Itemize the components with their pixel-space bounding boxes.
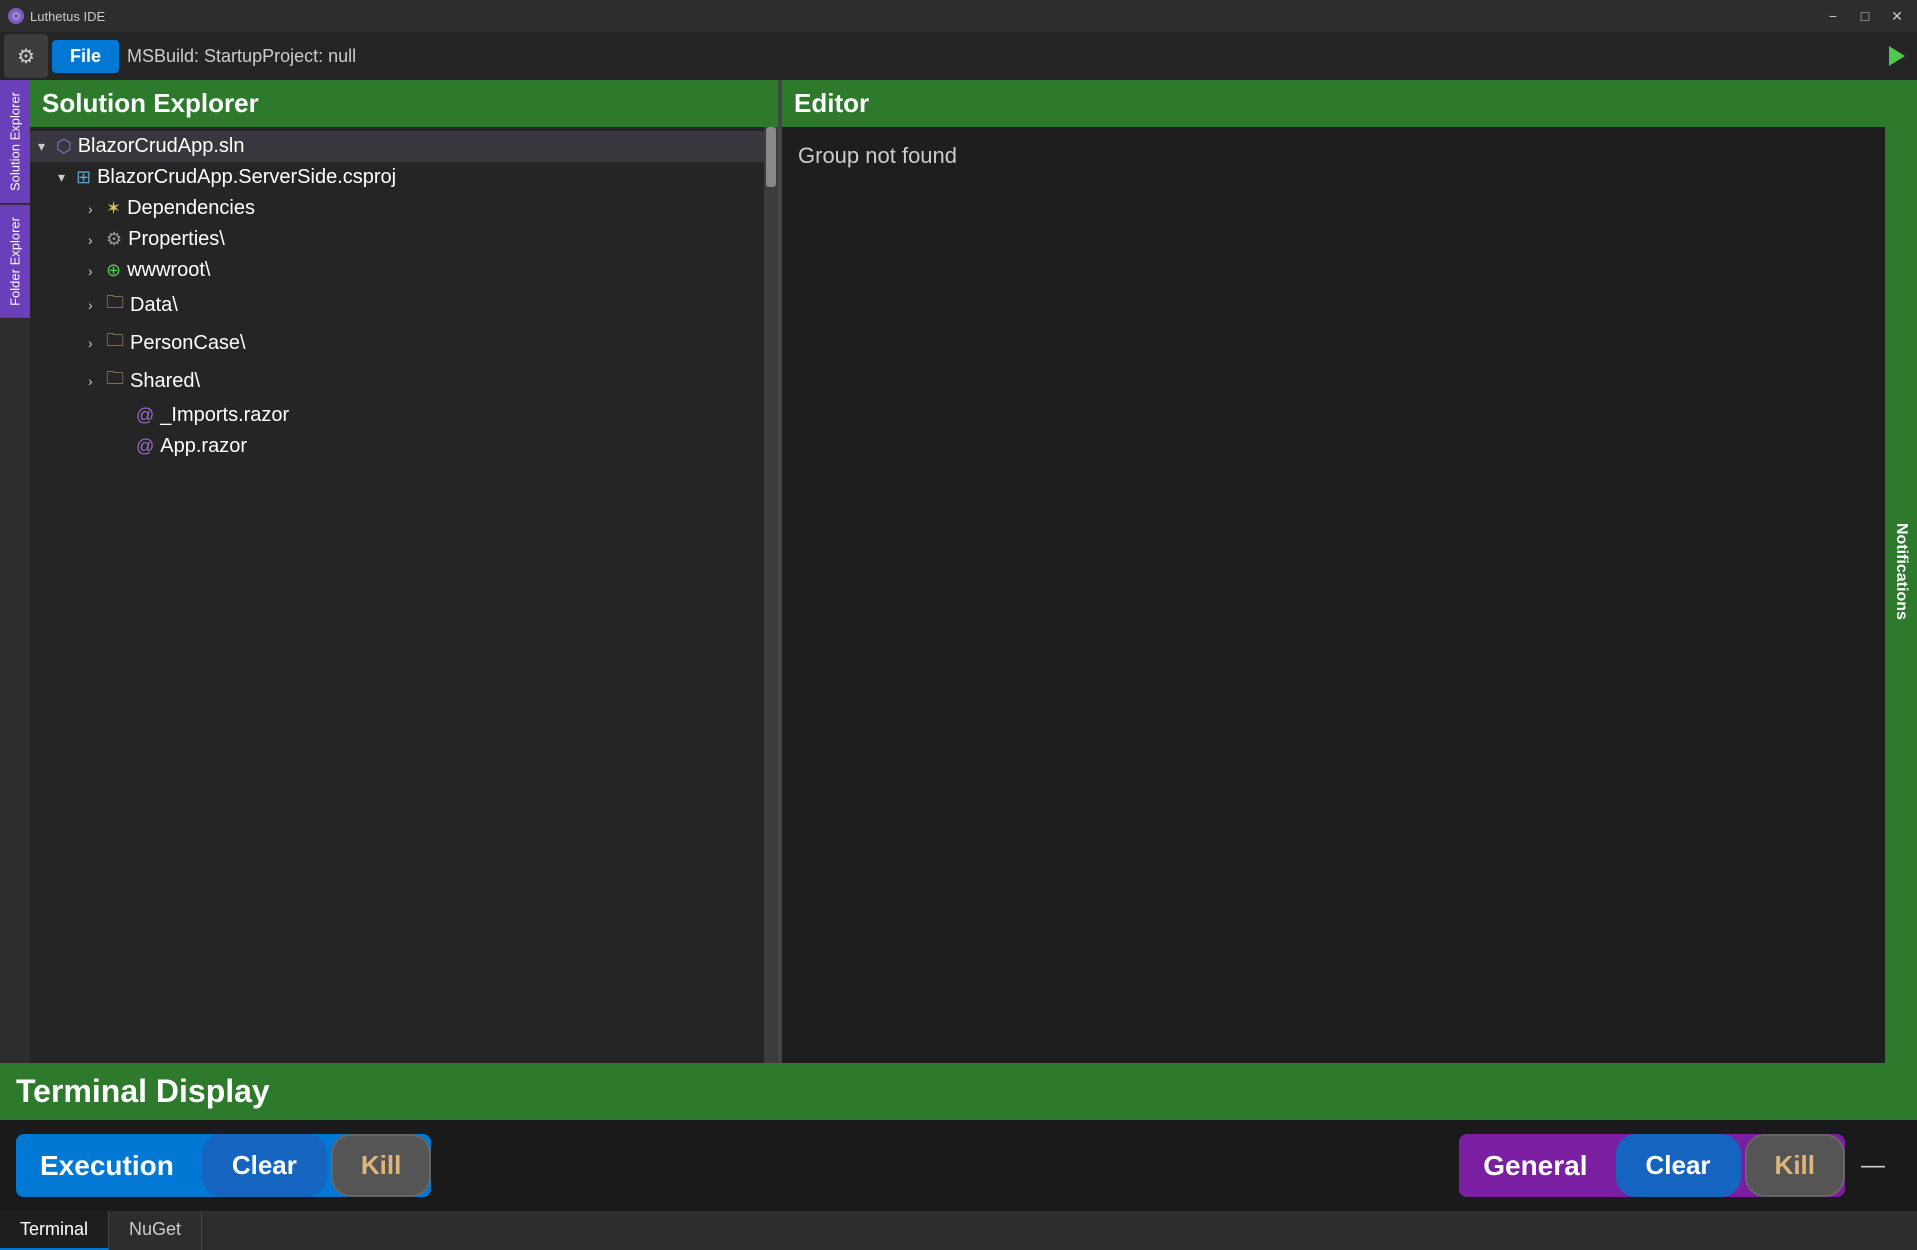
editor-content: Group not found [782, 127, 1885, 1063]
title-bar: ⬡ Luthetus IDE − □ ✕ [0, 0, 1917, 32]
razor-icon-imports: @ [136, 405, 154, 426]
tree-label-app-razor: App.razor [160, 435, 247, 458]
tree-label-wwwroot: wwwroot\ [127, 259, 210, 282]
general-kill-button[interactable]: Kill [1745, 1134, 1845, 1197]
terminal-display-header: Terminal Display [0, 1063, 1917, 1120]
solution-explorer-panel: Solution Explorer ▾ ⬡ BlazorCrudApp.sln … [30, 80, 778, 1063]
razor-icon-app: @ [136, 436, 154, 457]
execution-group: Execution Clear Kill [16, 1134, 431, 1197]
props-icon: ⚙ [106, 229, 122, 250]
chevron-icon-deps: › [88, 201, 102, 217]
tree-item-wwwroot[interactable]: › ⊕ wwwroot\ [30, 255, 778, 286]
gear-icon[interactable]: ⚙ [4, 34, 48, 78]
tree-label-shared: Shared\ [130, 370, 200, 393]
minimize-button[interactable]: − [1821, 7, 1845, 25]
file-menu-button[interactable]: File [52, 40, 119, 73]
execution-label: Execution [16, 1136, 198, 1196]
chevron-icon-shared: › [88, 373, 102, 389]
tree-label-personcase: PersonCase\ [130, 332, 246, 355]
run-button[interactable] [1881, 40, 1913, 72]
csproj-icon: ⊞ [76, 167, 91, 188]
tree-label-sln: BlazorCrudApp.sln [78, 135, 245, 158]
chevron-icon-wwwroot: › [88, 263, 102, 279]
execution-clear-button[interactable]: Clear [202, 1134, 327, 1197]
tree-item-dependencies[interactable]: › ✶ Dependencies [30, 193, 778, 224]
sidebar-tab-solution-explorer[interactable]: Solution Explorer [0, 80, 30, 203]
chevron-icon-csproj: ▾ [58, 169, 72, 186]
left-sidebar: Solution Explorer Folder Explorer [0, 80, 30, 1063]
tree-label-imports: _Imports.razor [160, 404, 289, 427]
main-content: Solution Explorer Folder Explorer Soluti… [0, 80, 1917, 1063]
terminal-dash: — [1845, 1152, 1901, 1180]
tree-item-shared[interactable]: › 🗀 Shared\ [30, 362, 778, 400]
chevron-icon-personcase: › [88, 335, 102, 351]
title-bar-controls: − □ ✕ [1821, 7, 1909, 25]
terminal-tabs: Terminal NuGet [0, 1211, 1917, 1250]
folder-icon-personcase: 🗀 [106, 328, 124, 358]
tree-label-properties: Properties\ [128, 228, 225, 251]
app-title: Luthetus IDE [30, 9, 105, 24]
tree-label-csproj: BlazorCrudApp.ServerSide.csproj [97, 166, 396, 189]
folder-icon-shared: 🗀 [106, 366, 124, 396]
tree-label-data: Data\ [130, 294, 178, 317]
chevron-icon-data: › [88, 297, 102, 313]
tree-item-sln[interactable]: ▾ ⬡ BlazorCrudApp.sln [30, 131, 778, 162]
terminal-section: Terminal Display Execution Clear Kill Ge… [0, 1063, 1917, 1250]
tree-item-imports[interactable]: › @ _Imports.razor [30, 400, 778, 431]
startup-project-label: MSBuild: StartupProject: null [127, 46, 1881, 67]
tree-item-csproj[interactable]: ▾ ⊞ BlazorCrudApp.ServerSide.csproj [30, 162, 778, 193]
execution-kill-button[interactable]: Kill [331, 1134, 431, 1197]
tree-area: ▾ ⬡ BlazorCrudApp.sln ▾ ⊞ BlazorCrudApp.… [30, 127, 778, 1063]
terminal-buttons-row: Execution Clear Kill General Clear Kill … [0, 1120, 1917, 1211]
close-button[interactable]: ✕ [1885, 7, 1909, 25]
tree-item-properties[interactable]: › ⚙ Properties\ [30, 224, 778, 255]
web-icon: ⊕ [106, 260, 121, 281]
folder-icon-data: 🗀 [106, 290, 124, 320]
title-bar-left: ⬡ Luthetus IDE [8, 8, 105, 24]
notifications-tab[interactable]: Notifications [1892, 511, 1910, 632]
sidebar-tab-folder-explorer[interactable]: Folder Explorer [0, 205, 30, 318]
tab-nuget[interactable]: NuGet [109, 1211, 202, 1250]
panels-area: Solution Explorer ▾ ⬡ BlazorCrudApp.sln … [30, 80, 1917, 1063]
tree-label-dependencies: Dependencies [127, 197, 255, 220]
right-sidebar: Notifications [1885, 80, 1917, 1063]
sln-icon: ⬡ [56, 136, 72, 157]
tree-scroll[interactable]: ▾ ⬡ BlazorCrudApp.sln ▾ ⊞ BlazorCrudApp.… [30, 127, 778, 1063]
app-icon: ⬡ [8, 8, 24, 24]
editor-header: Editor [782, 80, 1885, 127]
editor-message: Group not found [798, 143, 957, 168]
scrollbar-thumb[interactable] [766, 127, 776, 187]
tab-terminal[interactable]: Terminal [0, 1211, 109, 1250]
solution-explorer-header: Solution Explorer [30, 80, 778, 127]
tree-item-personcase[interactable]: › 🗀 PersonCase\ [30, 324, 778, 362]
scrollbar-track[interactable] [764, 127, 778, 1063]
maximize-button[interactable]: □ [1853, 7, 1877, 25]
general-clear-button[interactable]: Clear [1616, 1134, 1741, 1197]
editor-panel: Editor Group not found [782, 80, 1885, 1063]
run-icon [1889, 46, 1905, 66]
chevron-icon-sln: ▾ [38, 138, 52, 155]
tree-item-data[interactable]: › 🗀 Data\ [30, 286, 778, 324]
menu-bar: ⚙ File MSBuild: StartupProject: null [0, 32, 1917, 80]
tree-item-app-razor[interactable]: › @ App.razor [30, 431, 778, 462]
chevron-icon-props: › [88, 232, 102, 248]
general-group: General Clear Kill [1459, 1134, 1845, 1197]
general-label: General [1459, 1136, 1611, 1196]
deps-icon: ✶ [106, 198, 121, 219]
